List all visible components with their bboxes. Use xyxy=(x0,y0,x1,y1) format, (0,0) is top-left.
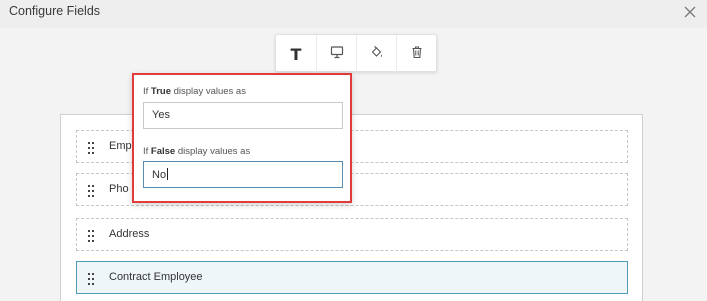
field-row[interactable]: Address xyxy=(76,218,628,251)
text-format-icon: T xyxy=(290,44,302,64)
style-button[interactable] xyxy=(356,35,396,73)
field-label: Contract Employee xyxy=(109,271,203,283)
delete-button[interactable] xyxy=(396,35,436,73)
trash-icon xyxy=(410,45,424,64)
drag-handle-icon[interactable] xyxy=(88,272,94,285)
true-value-text: Yes xyxy=(152,109,170,121)
false-display-label: If False display values as xyxy=(143,146,250,157)
drag-handle-icon[interactable] xyxy=(88,184,94,197)
dialog-header: Configure Fields xyxy=(0,0,707,28)
close-icon[interactable] xyxy=(683,5,697,19)
display-button[interactable] xyxy=(316,35,356,73)
false-value-text: No xyxy=(152,169,167,181)
paint-bucket-icon xyxy=(370,45,384,64)
false-label-suffix: display values as xyxy=(175,146,251,157)
drag-handle-icon[interactable] xyxy=(88,141,94,154)
false-label-keyword: False xyxy=(150,146,176,157)
false-label-prefix: If xyxy=(143,146,151,157)
true-label-suffix: display values as xyxy=(170,86,246,97)
true-value-input[interactable]: Yes xyxy=(143,102,343,129)
true-label-prefix: If xyxy=(143,86,151,97)
dialog-title: Configure Fields xyxy=(9,4,101,18)
field-label: Pho xyxy=(109,183,129,195)
field-label: Address xyxy=(109,228,150,240)
monitor-icon xyxy=(330,45,344,64)
drag-handle-icon[interactable] xyxy=(88,229,94,242)
field-row-selected[interactable]: Contract Employee xyxy=(76,261,628,294)
false-value-input[interactable]: No xyxy=(143,161,343,188)
field-label: Emp xyxy=(109,140,132,152)
boolean-display-popup: If True display values as Yes If False d… xyxy=(132,73,352,203)
true-display-label: If True display values as xyxy=(143,86,246,97)
field-toolbar: T xyxy=(275,34,437,73)
true-label-keyword: True xyxy=(150,86,171,97)
text-format-button[interactable]: T xyxy=(276,35,316,73)
text-caret xyxy=(167,168,169,180)
